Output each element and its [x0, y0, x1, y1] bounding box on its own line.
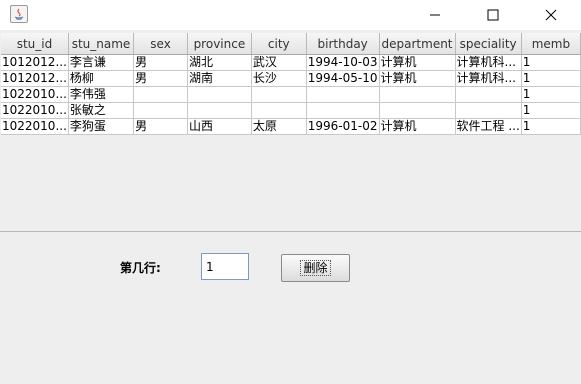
minimize-button[interactable] [412, 0, 458, 30]
table-cell[interactable] [306, 102, 380, 119]
table-cell[interactable]: 男 [133, 70, 188, 87]
table-row[interactable]: 1022010... 李狗蛋 男 山西 太原 1996-01-02 计算机 软件… [1, 118, 581, 135]
column-header[interactable]: stu_id [1, 33, 69, 55]
delete-button-label: 删除 [300, 260, 331, 276]
student-table[interactable]: stu_id stu_name sex province city birthd… [1, 33, 581, 135]
table-cell[interactable]: 1994-10-03 [306, 54, 380, 71]
table-cell[interactable]: 1 [521, 102, 581, 119]
table-cell[interactable] [187, 102, 252, 119]
column-header[interactable]: city [251, 33, 307, 55]
close-icon [545, 9, 557, 21]
row-number-input[interactable] [201, 253, 249, 280]
column-header[interactable]: sex [133, 33, 188, 55]
table-row[interactable]: 1012012... 李言谦 男 湖北 武汉 1994-10-03 计算机 计算… [1, 54, 581, 71]
table-cell[interactable] [133, 102, 188, 119]
table-cell[interactable] [187, 86, 252, 103]
table-cell[interactable]: 计算机科... [455, 70, 522, 87]
table-cell[interactable]: 长沙 [251, 70, 307, 87]
table-cell[interactable] [306, 86, 380, 103]
table-cell[interactable]: 1022010... [1, 118, 69, 135]
table-row[interactable]: 1022010... 李伟强 1 [1, 86, 581, 103]
column-header[interactable]: stu_name [68, 33, 135, 55]
table-cell[interactable]: 湖南 [187, 70, 252, 87]
table-cell[interactable]: 山西 [187, 118, 252, 135]
maximize-button[interactable] [470, 0, 516, 30]
table-cell[interactable]: 1 [521, 86, 581, 103]
column-header[interactable]: speciality [455, 33, 522, 55]
column-header[interactable]: province [187, 33, 252, 55]
table-cell[interactable]: 计算机 [379, 70, 456, 87]
panel-divider [0, 231, 581, 232]
table-cell[interactable]: 李言谦 [68, 54, 135, 71]
table-cell[interactable]: 1012012... [1, 54, 69, 71]
table-cell[interactable]: 武汉 [251, 54, 307, 71]
minimize-icon [430, 14, 440, 16]
table-cell[interactable]: 湖北 [187, 54, 252, 71]
table-cell[interactable] [455, 86, 522, 103]
table-cell[interactable]: 李狗蛋 [68, 118, 135, 135]
title-bar [0, 0, 581, 30]
table-cell[interactable]: 1996-01-02 [306, 118, 380, 135]
table-cell[interactable] [379, 86, 456, 103]
table-cell[interactable]: 李伟强 [68, 86, 135, 103]
table-cell[interactable]: 1 [521, 70, 581, 87]
delete-button[interactable]: 删除 [281, 254, 350, 282]
table-cell[interactable]: 张敏之 [68, 102, 135, 119]
table-cell[interactable]: 太原 [251, 118, 307, 135]
table-cell[interactable]: 1022010... [1, 86, 69, 103]
table-cell[interactable]: 男 [133, 118, 188, 135]
column-header[interactable]: department [379, 33, 456, 55]
close-button[interactable] [528, 0, 574, 30]
table-cell[interactable] [251, 102, 307, 119]
table-cell[interactable] [251, 86, 307, 103]
table-header-row: stu_id stu_name sex province city birthd… [1, 33, 581, 55]
table-cell[interactable]: 计算机科... [455, 54, 522, 71]
table-cell[interactable]: 1 [521, 54, 581, 71]
table-cell[interactable]: 1022010... [1, 102, 69, 119]
table-cell[interactable]: 软件工程 ... [455, 118, 522, 135]
table-cell[interactable]: 1994-05-10 [306, 70, 380, 87]
java-app-icon [10, 5, 28, 23]
table-cell[interactable] [379, 102, 456, 119]
table-cell[interactable]: 计算机 [379, 118, 456, 135]
table-row[interactable]: 1012012... 杨柳 男 湖南 长沙 1994-05-10 计算机 计算机… [1, 70, 581, 87]
table-cell[interactable]: 男 [133, 54, 188, 71]
maximize-icon [487, 9, 499, 21]
table-cell[interactable]: 1 [521, 118, 581, 135]
table-row[interactable]: 1022010... 张敏之 1 [1, 102, 581, 119]
row-number-label: 第几行: [120, 261, 161, 275]
table-cell[interactable]: 1012012... [1, 70, 69, 87]
table-cell[interactable]: 计算机 [379, 54, 456, 71]
table-cell[interactable]: 杨柳 [68, 70, 135, 87]
column-header[interactable]: memb [521, 33, 581, 55]
table-cell[interactable] [133, 86, 188, 103]
student-table-panel[interactable]: stu_id stu_name sex province city birthd… [1, 33, 581, 231]
table-cell[interactable] [455, 102, 522, 119]
column-header[interactable]: birthday [306, 33, 380, 55]
